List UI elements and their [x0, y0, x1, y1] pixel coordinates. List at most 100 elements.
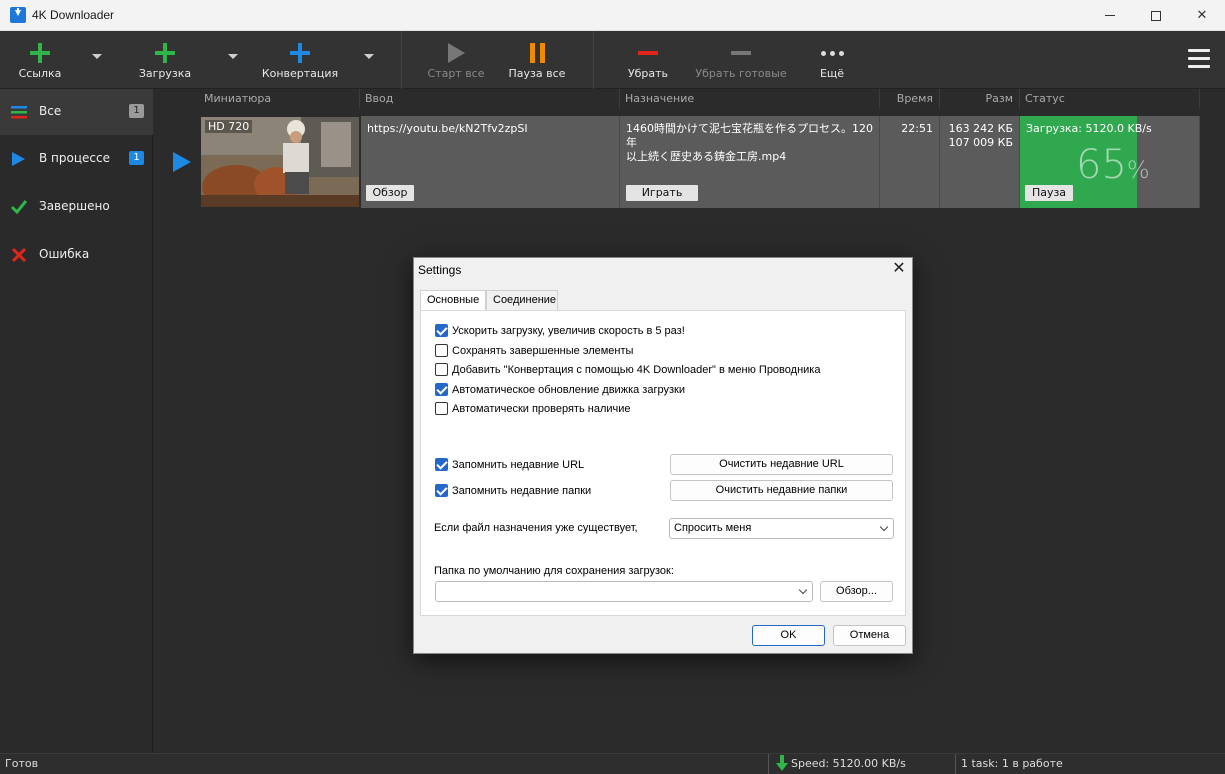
- status-bar: Готов Speed: 5120.00 KB/s 1 task: 1 в ра…: [0, 753, 1225, 774]
- close-button[interactable]: ✕: [1179, 0, 1225, 31]
- more-dots-icon: [820, 50, 844, 56]
- column-header-destination[interactable]: Назначение: [620, 89, 880, 109]
- file-exists-value: Спросить меня: [674, 522, 752, 534]
- close-icon: ✕: [1196, 8, 1208, 23]
- option-label: Ускорить загрузку, увеличив скорость в 5…: [452, 324, 685, 337]
- clear-recent-urls-button[interactable]: Очистить недавние URL: [670, 454, 893, 475]
- status-cell: Загрузка: 5120.0 KB/s 65% Пауза: [1020, 116, 1200, 208]
- destination-line: 以上続く歴史ある鋳金工房.mp4: [626, 150, 787, 163]
- option-remember-urls[interactable]: Запомнить недавние URL: [435, 458, 584, 471]
- option-label: Автоматическое обновление движка загрузк…: [452, 383, 685, 396]
- plus-icon: [30, 43, 50, 63]
- more-button[interactable]: Ещё: [812, 31, 852, 89]
- checkmark-icon: [11, 200, 27, 215]
- column-header-input[interactable]: Ввод: [360, 89, 620, 109]
- size-values: 163 242 КБ 107 009 КБ: [949, 122, 1013, 150]
- general-settings-panel: Ускорить загрузку, увеличив скорость в 5…: [420, 310, 906, 616]
- option-remember-folders[interactable]: Запомнить недавние папки: [435, 484, 591, 497]
- size-total: 163 242 КБ: [948, 122, 1013, 135]
- cancel-button[interactable]: Отмена: [833, 625, 906, 646]
- toolbar-divider: [401, 31, 402, 89]
- time-value: 22:51: [901, 122, 933, 135]
- option-auto-check[interactable]: Автоматически проверять наличие: [435, 402, 631, 415]
- option-label: Автоматически проверять наличие: [452, 402, 631, 415]
- tab-general[interactable]: Основные: [420, 290, 486, 312]
- browse-button[interactable]: Обзор: [366, 185, 414, 201]
- chevron-down-icon[interactable]: [364, 54, 374, 59]
- default-folder-input[interactable]: [435, 581, 813, 602]
- pause-all-label: Пауза все: [508, 67, 566, 80]
- remove-button[interactable]: Убрать: [622, 31, 674, 89]
- column-header-time[interactable]: Время: [880, 89, 940, 109]
- browse-folder-button[interactable]: Обзор...: [820, 581, 893, 602]
- checkbox[interactable]: [435, 484, 448, 497]
- sidebar-item-label: Завершено: [39, 199, 110, 213]
- time-cell: 22:51: [880, 116, 940, 208]
- size-cell: 163 242 КБ 107 009 КБ: [940, 116, 1020, 208]
- play-icon: [447, 43, 465, 63]
- input-cell: https://youtu.be/kN2Tfv2zpSI Обзор: [361, 116, 620, 208]
- option-auto-update-engine[interactable]: Автоматическое обновление движка загрузк…: [435, 383, 685, 396]
- minimize-button[interactable]: [1087, 0, 1133, 31]
- row-play-icon[interactable]: [173, 152, 191, 172]
- option-speed-boost[interactable]: Ускорить загрузку, увеличив скорость в 5…: [435, 324, 685, 337]
- sidebar-item-label: Ошибка: [39, 247, 90, 261]
- sidebar-item-label: В процессе: [39, 151, 110, 165]
- option-explorer-menu[interactable]: Добавить "Конвертация с помощью 4K Downl…: [435, 363, 820, 376]
- column-header-size[interactable]: Разм: [940, 89, 1020, 109]
- checkbox[interactable]: [435, 402, 448, 415]
- file-exists-select[interactable]: Спросить меня: [669, 518, 894, 539]
- remove-completed-button[interactable]: Убрать готовые: [695, 31, 787, 89]
- option-label: Запомнить недавние папки: [452, 484, 592, 497]
- checkbox[interactable]: [435, 458, 448, 471]
- column-header-status[interactable]: Статус: [1020, 89, 1200, 109]
- sidebar-item-in-progress[interactable]: В процессе 1: [0, 136, 153, 182]
- dialog-close-button[interactable]: ✕: [890, 260, 908, 278]
- video-thumbnail: HD 720: [201, 117, 359, 207]
- size-downloaded: 107 009 КБ: [948, 136, 1013, 149]
- add-link-button[interactable]: Ссылка: [14, 31, 66, 89]
- window-title: 4K Downloader: [32, 8, 115, 22]
- sidebar-item-completed[interactable]: Завершено: [0, 184, 153, 230]
- more-label: Ещё: [819, 67, 845, 80]
- pause-all-button[interactable]: Пауза все: [508, 31, 566, 89]
- chevron-down-icon[interactable]: [92, 54, 102, 59]
- ok-button[interactable]: OK: [752, 625, 825, 646]
- add-convert-button[interactable]: Конвертация: [262, 31, 338, 89]
- checkbox[interactable]: [435, 383, 448, 396]
- status-divider: [955, 754, 956, 774]
- pause-download-button[interactable]: Пауза: [1025, 185, 1073, 201]
- add-download-button[interactable]: Загрузка: [136, 31, 194, 89]
- maximize-button[interactable]: [1133, 0, 1179, 31]
- status-text: Загрузка: 5120.0 KB/s: [1026, 122, 1152, 135]
- play-file-button[interactable]: Играть: [626, 185, 698, 201]
- add-link-label: Ссылка: [18, 67, 62, 80]
- sidebar: Все 1 В процессе 1 Завершено Ошибка: [0, 89, 153, 753]
- chevron-down-icon: [879, 522, 889, 532]
- menu-hamburger-icon[interactable]: [1188, 49, 1210, 73]
- clear-recent-folders-button[interactable]: Очистить недавние папки: [670, 480, 893, 501]
- option-keep-completed[interactable]: Сохранять завершенные элементы: [435, 344, 633, 357]
- sidebar-item-error[interactable]: Ошибка: [0, 232, 153, 278]
- destination-line: 1460時間かけて泥七宝花瓶を作るプロセス。120年: [626, 122, 873, 149]
- tab-connection[interactable]: Соединение: [486, 290, 558, 311]
- add-convert-label: Конвертация: [261, 67, 339, 80]
- option-label: Запомнить недавние URL: [452, 458, 585, 471]
- start-all-button[interactable]: Старт все: [426, 31, 486, 89]
- sidebar-item-all[interactable]: Все 1: [0, 89, 153, 135]
- download-arrow-icon: [776, 755, 788, 772]
- progress-sign: %: [1126, 156, 1150, 184]
- remove-label: Убрать: [627, 67, 669, 80]
- checkbox[interactable]: [435, 363, 448, 376]
- quality-badge: HD 720: [205, 120, 253, 133]
- destination-cell: 1460時間かけて泥七宝花瓶を作るプロセス。120年 以上続く歴史ある鋳金工房.…: [620, 116, 880, 208]
- sidebar-item-label: Все: [39, 104, 62, 118]
- status-tasks: 1 task: 1 в работе: [961, 757, 1063, 770]
- progress-percent: 65%: [1076, 142, 1150, 188]
- destination-filename: 1460時間かけて泥七宝花瓶を作るプロセス。120年 以上続く歴史ある鋳金工房.…: [626, 122, 879, 164]
- chevron-down-icon[interactable]: [228, 54, 238, 59]
- checkbox[interactable]: [435, 324, 448, 337]
- column-header-thumbnail[interactable]: Миниатюра: [199, 89, 360, 109]
- checkbox[interactable]: [435, 344, 448, 357]
- input-url: https://youtu.be/kN2Tfv2zpSI: [367, 122, 528, 135]
